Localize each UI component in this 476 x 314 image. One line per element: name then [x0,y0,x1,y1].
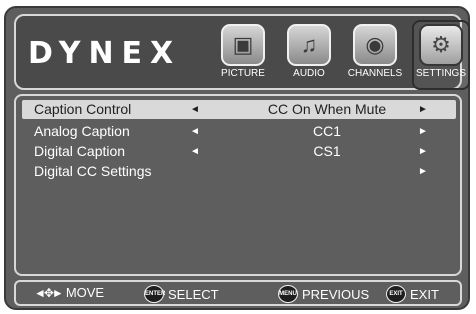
row-value: CC On When Mute [267,101,387,117]
right-arrow-icon[interactable]: ► [418,122,428,141]
settings-icon: ⚙ [419,24,463,66]
tab-picture[interactable]: ▣ PICTURE [216,24,270,79]
audio-icon: ♫ [287,24,331,66]
hint-label: EXIT [410,286,439,302]
enter-button-icon: ENTER [144,285,165,303]
hint-previous: MENU PREVIOUS [278,285,369,303]
row-label: Digital CC Settings [34,163,152,179]
left-arrow-icon[interactable]: ◄ [190,100,200,119]
menu-row-caption-control[interactable]: Caption Control ◄ CC On When Mute ► [22,100,456,119]
hint-label: SELECT [168,286,219,302]
tab-channels[interactable]: ◉ CHANNELS [348,24,402,79]
channels-icon: ◉ [353,24,397,66]
right-arrow-icon[interactable]: ► [418,142,428,161]
menu-row-analog-caption[interactable]: Analog Caption ◄ CC1 ► [22,122,456,141]
menu-header: DYNEX ▣ PICTURE ♫ AUDIO ◉ CHANNELS ⚙ SET… [14,14,470,90]
row-value: CC1 [312,123,341,139]
menu-row-digital-cc-settings[interactable]: Digital CC Settings ► [22,162,456,181]
tab-label: SETTINGS [415,68,466,79]
row-label: Analog Caption [34,123,130,139]
hint-label: PREVIOUS [302,286,370,302]
hint-exit: EXIT EXIT [386,285,439,303]
tab-label: AUDIO [293,68,325,79]
direction-pad-icon: ◄✥► [34,285,64,300]
row-label: Digital Caption [34,143,126,159]
button-hint-bar: ◄✥► MOVE ENTER SELECT MENU PREVIOUS EXIT… [14,280,462,306]
hint-move: ◄✥► MOVE [34,285,104,300]
tab-label: CHANNELS [347,68,403,79]
row-value: CS1 [313,143,341,159]
tv-menu-window: DYNEX ▣ PICTURE ♫ AUDIO ◉ CHANNELS ⚙ SET… [4,6,470,310]
tab-audio[interactable]: ♫ AUDIO [282,24,336,79]
row-label: Caption Control [34,101,132,117]
tab-settings[interactable]: ⚙ SETTINGS [412,20,470,90]
left-arrow-icon[interactable]: ◄ [190,122,200,141]
brand-logo: DYNEX [28,36,182,71]
hint-label: MOVE [65,285,105,300]
exit-button-icon: EXIT [386,285,406,303]
left-arrow-icon[interactable]: ◄ [190,142,200,161]
settings-menu: Caption Control ◄ CC On When Mute ► Anal… [14,94,462,276]
picture-icon: ▣ [221,24,265,66]
tab-label: PICTURE [221,68,265,79]
right-arrow-icon[interactable]: ► [418,100,428,119]
right-arrow-icon[interactable]: ► [418,162,428,181]
menu-button-icon: MENU [278,285,298,303]
hint-select: ENTER SELECT [144,285,219,303]
menu-row-digital-caption[interactable]: Digital Caption ◄ CS1 ► [22,142,456,161]
